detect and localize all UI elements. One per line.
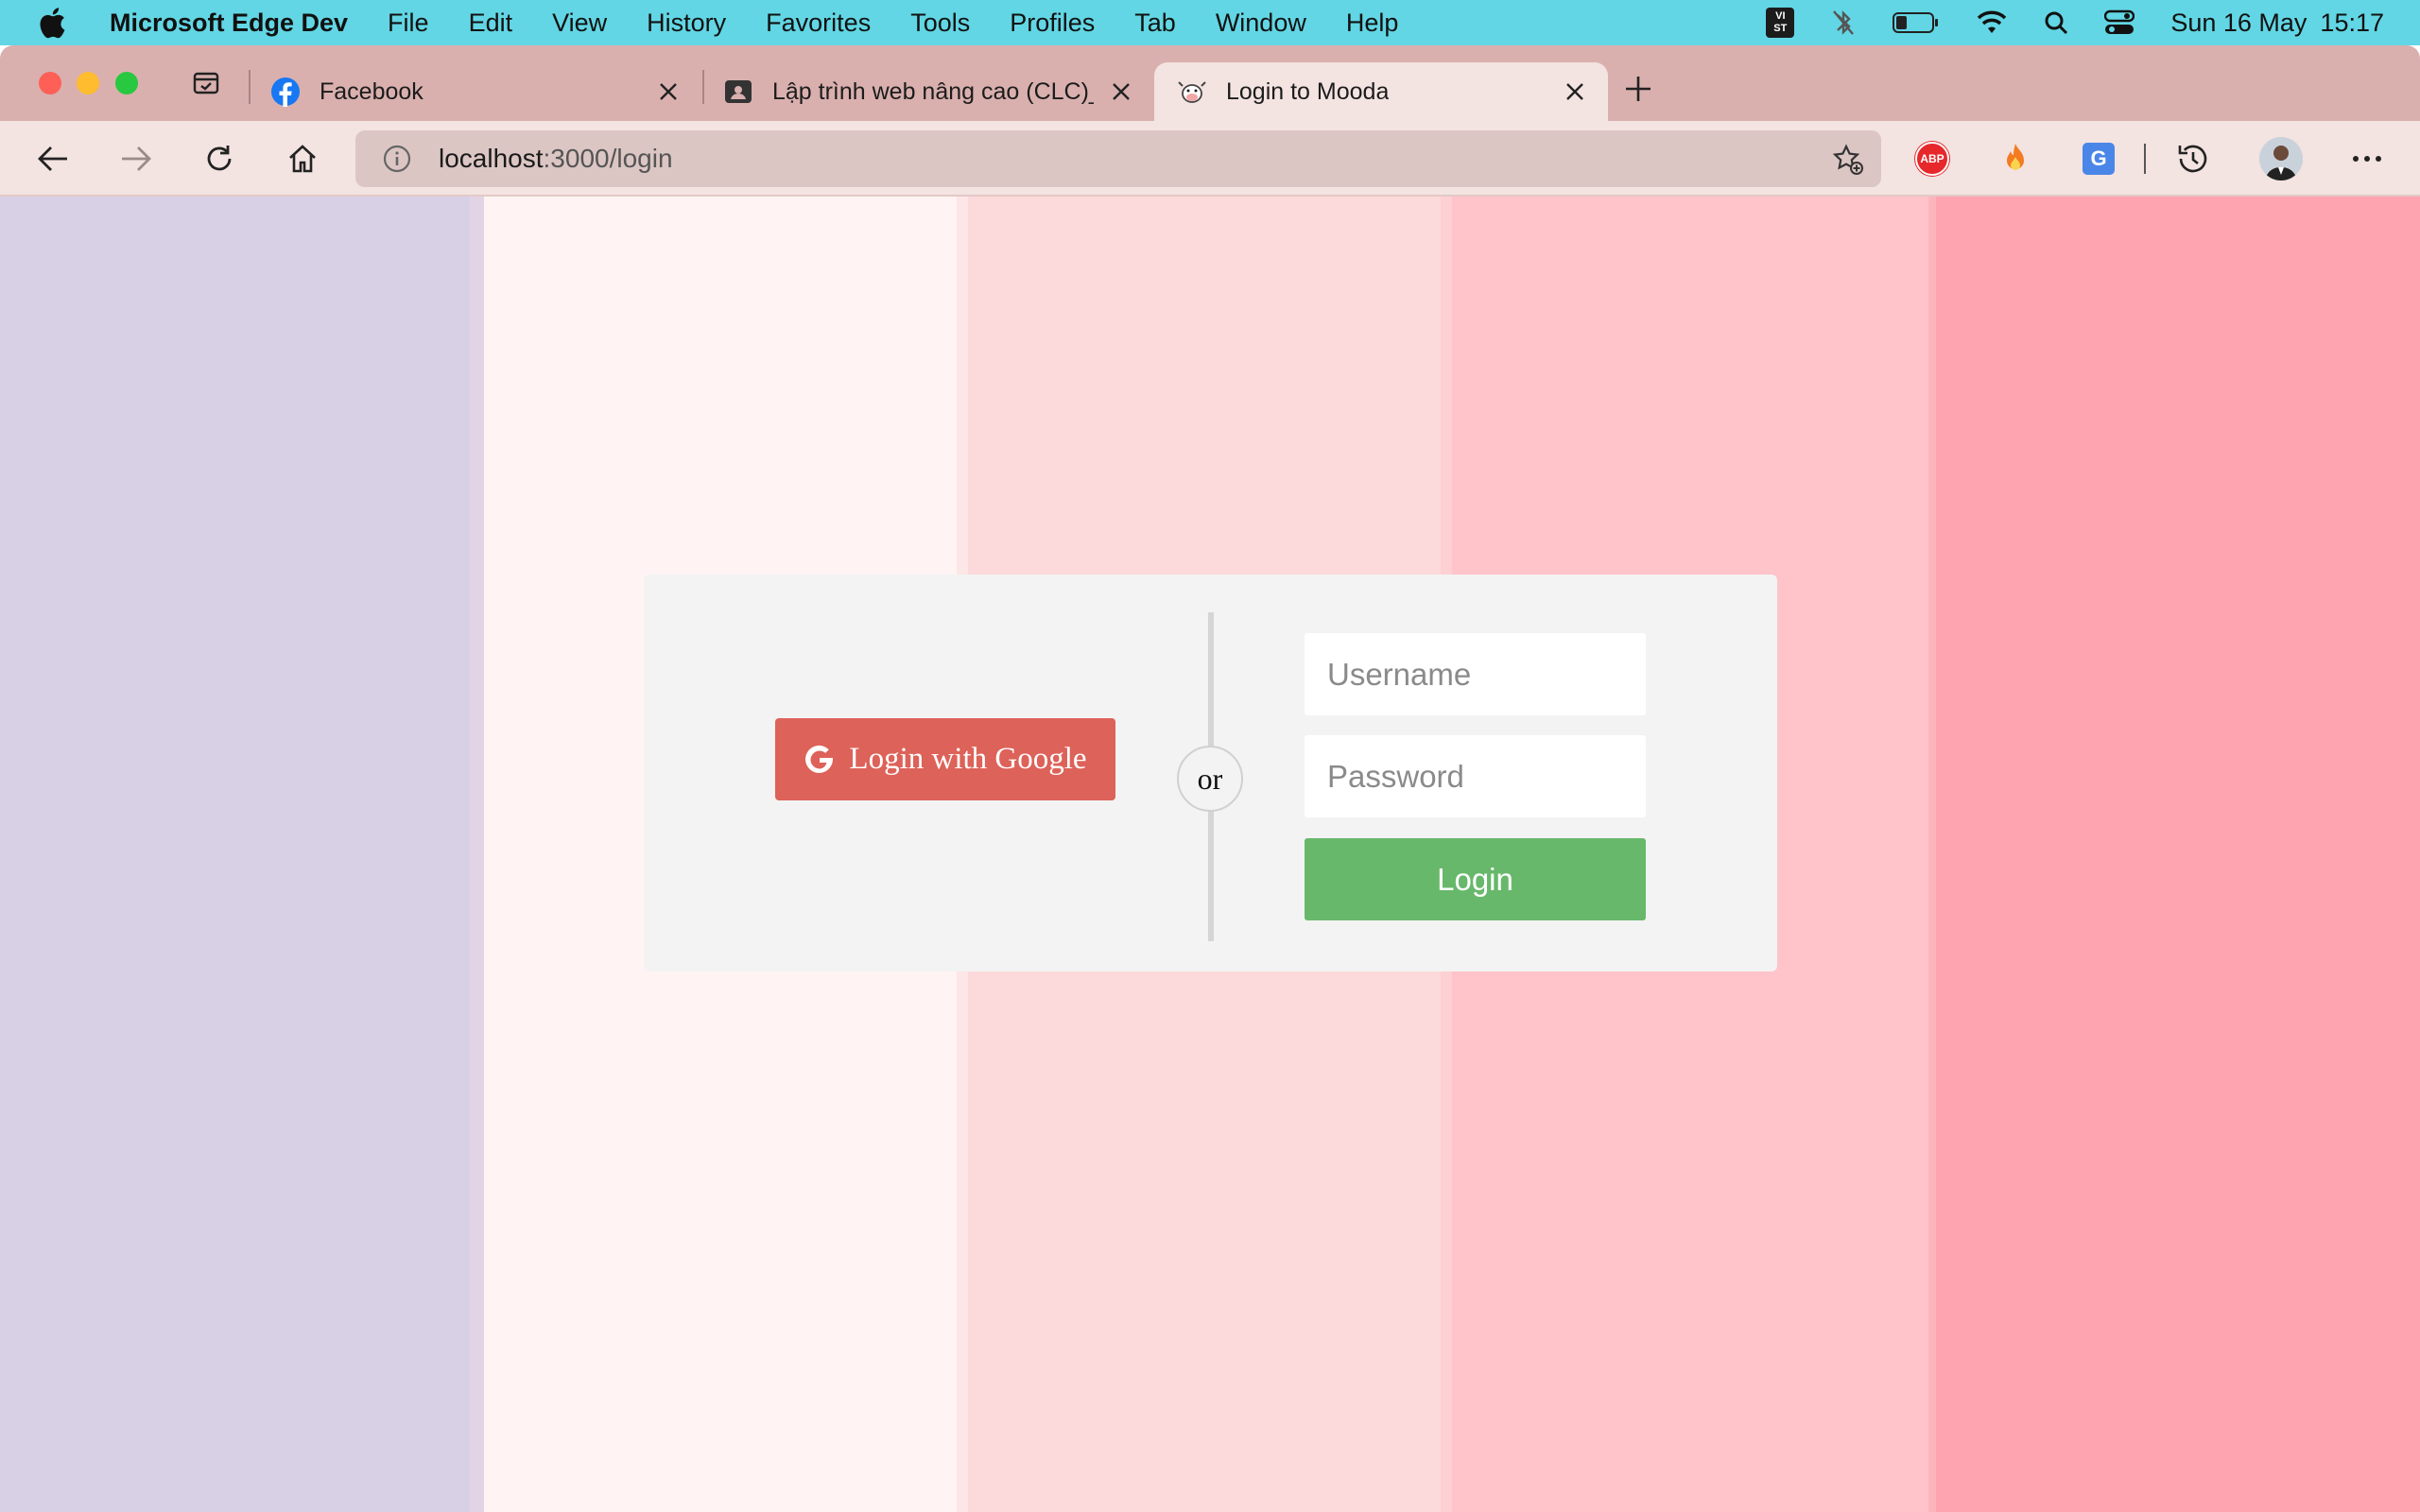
wifi-icon[interactable]: [1976, 10, 2008, 35]
site-info-icon[interactable]: [382, 144, 412, 174]
close-icon[interactable]: [1109, 79, 1133, 104]
menu-file[interactable]: File: [388, 9, 429, 38]
apple-logo-icon[interactable]: [38, 7, 70, 39]
clock-time[interactable]: 15:17: [2320, 9, 2384, 38]
url-text[interactable]: localhost:3000/login: [439, 144, 673, 174]
menu-favorites[interactable]: Favorites: [766, 9, 871, 38]
page-content: Login with Google or Login: [0, 197, 2420, 1512]
adblock-plus-extension-icon[interactable]: ABP: [1913, 140, 1951, 178]
close-icon[interactable]: [656, 79, 681, 104]
classroom-icon: [723, 77, 753, 107]
background-stripe-edge: [1928, 197, 1936, 1512]
url-path: :3000/login: [543, 144, 673, 173]
address-bar[interactable]: localhost:3000/login: [355, 130, 1881, 187]
refresh-icon[interactable]: [202, 142, 236, 176]
window-close-button[interactable]: [39, 72, 61, 94]
background-stripe-edge: [470, 197, 484, 1512]
background-stripe: [0, 197, 484, 1512]
menu-history[interactable]: History: [647, 9, 726, 38]
toolbar-separator: [2144, 144, 2146, 174]
tab-login-mooda[interactable]: Login to Mooda: [1154, 62, 1608, 121]
google-button-label: Login with Google: [849, 742, 1087, 776]
clock-date[interactable]: Sun 16 May: [2170, 9, 2307, 38]
control-center-icon[interactable]: [2104, 9, 2135, 36]
tab-strip: Facebook Lập trình web nâng cao (CLC)_ L…: [0, 45, 2420, 121]
tab-classroom[interactable]: Lập trình web nâng cao (CLC)_: [700, 62, 1154, 121]
menu-profiles[interactable]: Profiles: [1010, 9, 1095, 38]
facebook-icon: [270, 77, 301, 107]
menu-view[interactable]: View: [552, 9, 607, 38]
new-tab-plus-icon[interactable]: [1623, 74, 1653, 104]
more-options-icon[interactable]: [2348, 140, 2386, 178]
forward-arrow-icon[interactable]: [119, 142, 153, 176]
menu-tools[interactable]: Tools: [910, 9, 970, 38]
menu-help[interactable]: Help: [1346, 9, 1399, 38]
history-icon[interactable]: [2174, 140, 2212, 178]
input-source-icon[interactable]: VI ST: [1766, 8, 1795, 38]
menu-app-name[interactable]: Microsoft Edge Dev: [110, 9, 348, 38]
tab-actions-icon[interactable]: [191, 68, 221, 98]
url-host: localhost: [439, 144, 544, 173]
background-stripe: [1936, 197, 2420, 1512]
abp-badge: ABP: [1915, 142, 1949, 176]
macos-menu-bar: Microsoft Edge Dev File Edit View Histor…: [0, 0, 2420, 45]
window-minimize-button[interactable]: [77, 72, 99, 94]
profile-avatar[interactable]: [2259, 137, 2303, 180]
tab-facebook[interactable]: Facebook: [248, 62, 701, 121]
avatar-icon: [2259, 137, 2303, 180]
google-g-icon: [804, 744, 836, 776]
close-icon[interactable]: [1563, 79, 1587, 104]
tab-title: Lập trình web nâng cao (CLC)_: [772, 77, 1094, 105]
password-input[interactable]: [1305, 735, 1646, 817]
translate-badge: G: [2083, 143, 2115, 175]
login-with-google-button[interactable]: Login with Google: [775, 718, 1115, 800]
menu-tab[interactable]: Tab: [1134, 9, 1176, 38]
browser-toolbar: localhost:3000/login ABP G: [0, 121, 2420, 197]
battery-icon[interactable]: [1893, 11, 1940, 34]
bluetooth-off-icon[interactable]: [1830, 8, 1857, 38]
add-favorite-star-icon[interactable]: [1832, 144, 1864, 176]
login-card: Login with Google or Login: [644, 575, 1777, 971]
input-source-badge: VI ST: [1766, 8, 1795, 38]
cow-icon: [1177, 77, 1207, 107]
tab-title: Facebook: [320, 77, 424, 105]
tab-title: Login to Mooda: [1226, 77, 1390, 105]
window-maximize-button[interactable]: [115, 72, 138, 94]
back-arrow-icon[interactable]: [36, 142, 70, 176]
home-icon[interactable]: [285, 142, 320, 176]
login-button[interactable]: Login: [1305, 838, 1646, 920]
or-separator: or: [1177, 746, 1243, 812]
google-translate-extension-icon[interactable]: G: [2080, 140, 2118, 178]
spotlight-search-icon[interactable]: [2044, 10, 2068, 35]
menu-edit[interactable]: Edit: [469, 9, 513, 38]
status-area: VI ST Sun 16 May 15:17: [1730, 0, 2384, 45]
username-input[interactable]: [1305, 633, 1646, 715]
menu-window[interactable]: Window: [1216, 9, 1306, 38]
fire-extension-icon[interactable]: [1996, 140, 2034, 178]
